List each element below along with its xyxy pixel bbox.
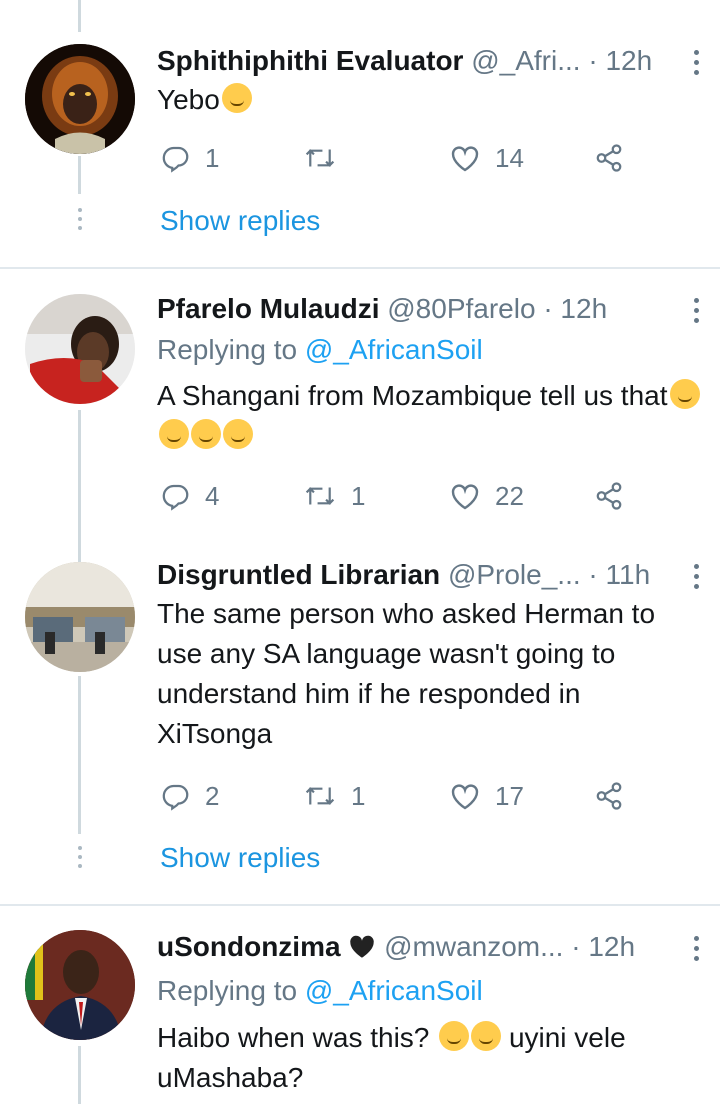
tweet-text-content: Yebo <box>157 84 220 115</box>
heart-icon <box>451 784 479 810</box>
heart-icon <box>451 484 479 510</box>
retweet-icon <box>305 149 335 167</box>
room-avatar-image <box>25 562 135 672</box>
reply-count: 1 <box>205 142 220 173</box>
action-bar: 4 1 22 <box>157 476 657 516</box>
display-name[interactable]: Pfarelo Mulaudzi <box>157 293 379 324</box>
retweet-icon <box>305 487 335 505</box>
tweet-text: Yebo <box>157 80 702 120</box>
share-button[interactable] <box>593 476 625 516</box>
timestamp[interactable]: · 12h <box>543 293 607 324</box>
retweet-count: 1 <box>351 780 366 811</box>
more-vertical-icon[interactable] <box>692 50 700 80</box>
like-count: 14 <box>495 142 524 173</box>
user-handle[interactable]: @_Afri... <box>471 45 580 76</box>
retweet-count: 1 <box>351 480 366 511</box>
replying-to-label: Replying to <box>157 975 305 1006</box>
tweet-text-content: A Shangani from Mozambique tell us that <box>157 380 668 411</box>
tweet-header: Pfarelo Mulaudzi @80Pfarelo · 12h <box>157 292 660 326</box>
retweet-button[interactable] <box>303 138 351 178</box>
avatar[interactable] <box>25 294 135 404</box>
tweet-text: Haibo when was this? uyini vele uMashaba… <box>157 1018 702 1098</box>
tweet-text: The same person who asked Herman to use … <box>157 598 656 749</box>
user-handle[interactable]: @80Pfarelo <box>387 293 535 324</box>
reply-count: 2 <box>205 780 220 811</box>
tweet-text: A Shangani from Mozambique tell us that <box>157 376 702 456</box>
tweet-header: Disgruntled Librarian @Prole_... · 11h <box>157 558 660 592</box>
eye-roll-emoji <box>223 419 253 449</box>
display-name[interactable]: Sphithiphithi Evaluator <box>157 45 463 76</box>
avatar[interactable] <box>25 44 135 154</box>
avatar[interactable] <box>25 562 135 672</box>
display-name[interactable]: uSondonzima <box>157 931 341 962</box>
tweet[interactable]: Sphithiphithi Evaluator @_Afri... · 12h … <box>0 0 720 268</box>
more-vertical-icon[interactable] <box>692 298 700 328</box>
separator <box>0 267 720 269</box>
user-handle[interactable]: @mwanzom... <box>384 931 563 962</box>
sweat-smile-emoji <box>471 1021 502 1051</box>
eye-roll-emoji <box>159 419 189 449</box>
share-icon <box>596 782 622 810</box>
heart-icon <box>451 146 479 172</box>
reply-button[interactable]: 4 <box>161 476 219 516</box>
thread-dots <box>75 208 84 235</box>
thread-dots <box>75 846 84 873</box>
replying-to: Replying to @_AfricanSoil <box>157 333 483 367</box>
thread-line <box>78 156 81 194</box>
action-bar: 2 1 17 <box>157 776 657 816</box>
timestamp[interactable]: · 12h <box>571 931 635 962</box>
black-heart-emoji <box>350 935 375 958</box>
person-avatar-image <box>25 294 135 404</box>
timestamp[interactable]: · 11h <box>588 559 650 590</box>
tweet-text-content: Haibo when was this? <box>157 1022 430 1053</box>
retweet-button[interactable]: 1 <box>303 476 365 516</box>
reply-button[interactable]: 1 <box>161 138 219 178</box>
tweet[interactable]: Pfarelo Mulaudzi @80Pfarelo · 12h Replyi… <box>0 270 720 540</box>
replying-to-handle[interactable]: @_AfricanSoil <box>305 334 483 365</box>
thread-line <box>78 1046 81 1104</box>
tweet-header: Sphithiphithi Evaluator @_Afri... · 12h <box>157 44 660 78</box>
timestamp[interactable]: · 12h <box>588 45 652 76</box>
tweet[interactable]: Disgruntled Librarian @Prole_... · 11h T… <box>0 540 720 904</box>
avatar[interactable] <box>25 930 135 1040</box>
replying-to-handle[interactable]: @_AfricanSoil <box>305 975 483 1006</box>
action-bar: 1 14 <box>157 138 657 178</box>
share-icon <box>596 144 622 172</box>
like-button[interactable]: 14 <box>449 138 524 178</box>
more-vertical-icon[interactable] <box>692 936 700 966</box>
share-button[interactable] <box>593 138 625 178</box>
smirk-emoji <box>221 83 252 113</box>
share-button[interactable] <box>593 776 625 816</box>
share-icon <box>596 482 622 510</box>
thinking-face-emoji <box>191 419 221 449</box>
retweet-icon <box>305 787 335 805</box>
like-count: 22 <box>495 480 524 511</box>
thread-line <box>78 540 81 562</box>
show-replies-link[interactable]: Show replies <box>160 842 320 874</box>
retweet-button[interactable]: 1 <box>303 776 365 816</box>
reply-icon <box>162 484 189 511</box>
more-vertical-icon[interactable] <box>692 564 700 594</box>
thread-line <box>78 676 81 834</box>
thread-line <box>78 410 81 540</box>
tweet[interactable]: uSondonzima @mwanzom... · 12h Replying t… <box>0 906 720 1104</box>
user-handle[interactable]: @Prole_... <box>448 559 581 590</box>
person-avatar-image <box>25 930 135 1040</box>
replying-to-label: Replying to <box>157 334 305 365</box>
sweat-smile-emoji <box>439 1021 470 1051</box>
like-count: 17 <box>495 780 524 811</box>
like-button[interactable]: 17 <box>449 776 524 816</box>
reply-icon <box>162 146 189 173</box>
reply-button[interactable]: 2 <box>161 776 219 816</box>
reply-icon <box>162 784 189 811</box>
like-button[interactable]: 22 <box>449 476 524 516</box>
lion-avatar-image <box>25 44 135 154</box>
show-replies-link[interactable]: Show replies <box>160 205 320 237</box>
tweet-header: uSondonzima @mwanzom... · 12h <box>157 930 660 964</box>
reply-count: 4 <box>205 480 220 511</box>
replying-to: Replying to @_AfricanSoil <box>157 974 483 1008</box>
display-name[interactable]: Disgruntled Librarian <box>157 559 440 590</box>
thinking-face-emoji <box>669 379 700 409</box>
